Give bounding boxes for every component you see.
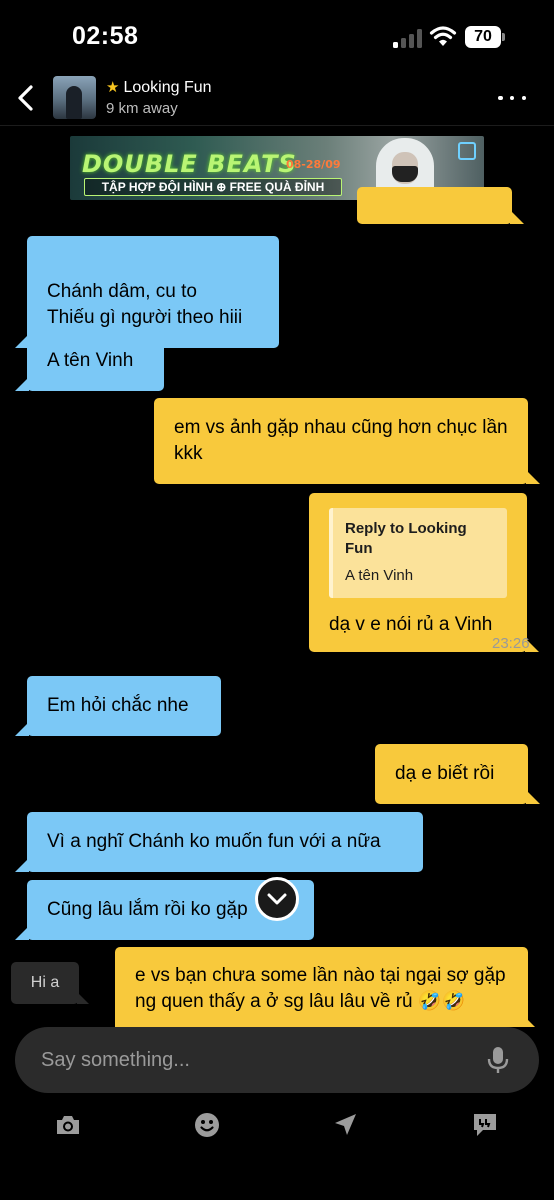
status-bar: 02:58 70	[0, 0, 554, 72]
message-text: e vs bạn chưa some lần nào tại ngại sợ g…	[135, 965, 506, 1012]
wifi-icon	[429, 26, 457, 46]
message-text: Cũng lâu lắm rồi ko gặp	[47, 899, 248, 920]
chat-header: ★ Looking Fun 9 km away	[0, 72, 554, 126]
contact-distance: 9 km away	[106, 100, 178, 117]
reply-quoted-text: A tên Vinh	[345, 567, 414, 584]
message-text: dạ v e nói rủ a Vinh	[329, 614, 493, 635]
message-bubble-incoming[interactable]: Vì a nghĩ Chánh ko muốn fun với a nữa	[15, 812, 423, 872]
microphone-icon[interactable]	[485, 1045, 511, 1075]
scroll-to-bottom-button[interactable]	[255, 877, 299, 921]
message-composer	[15, 1027, 539, 1093]
emoji-icon	[195, 1113, 219, 1137]
cellular-signal-icon	[393, 28, 423, 48]
reply-quote[interactable]: Reply to Looking Fun A tên Vinh	[329, 508, 507, 598]
message-text: dạ e biết rồi	[395, 763, 495, 784]
reply-title: Reply to Looking Fun	[345, 520, 467, 557]
contact-name[interactable]: Looking Fun	[123, 79, 211, 97]
message-bubble-outgoing[interactable]: e vs bạn chưa some lần nào tại ngại sợ g…	[115, 947, 540, 1027]
bottom-toolbar	[0, 1100, 554, 1152]
typing-indicator: Hi a	[11, 962, 89, 1004]
emoji-button[interactable]	[192, 1110, 222, 1140]
message-bubble-outgoing[interactable]: dạ e biết rồi	[375, 744, 540, 804]
message-bubble-outgoing[interactable]: em vs ảnh gặp nhau cũng hơn chục lần kkk	[154, 398, 540, 484]
contact-name-row[interactable]: ★ Looking Fun	[106, 79, 212, 97]
saved-phrases-icon	[474, 1114, 496, 1136]
message-timestamp: 23:26	[492, 635, 530, 652]
message-list[interactable]: Chánh dâm, cu to Thiếu gì người theo hii…	[0, 127, 554, 1027]
message-text: em vs ảnh gặp nhau cũng hơn chục lần kkk	[174, 417, 508, 464]
message-bubble-incoming[interactable]: Em hỏi chắc nhe	[15, 676, 221, 736]
battery-icon: 70	[465, 26, 505, 48]
message-bubble-reply[interactable]: Reply to Looking Fun A tên Vinh dạ v e n…	[309, 493, 539, 652]
message-text: Em hỏi chắc nhe	[47, 695, 189, 716]
back-button[interactable]	[14, 84, 38, 112]
saved-phrases-button[interactable]	[470, 1110, 500, 1140]
camera-button[interactable]	[53, 1110, 83, 1140]
message-input[interactable]	[41, 1027, 471, 1093]
location-send-icon	[335, 1114, 356, 1135]
chevron-down-icon	[267, 893, 287, 905]
more-options-button[interactable]	[498, 86, 526, 110]
message-bubble-partial	[357, 187, 524, 224]
message-text: Chánh dâm, cu to Thiếu gì người theo hii…	[47, 281, 243, 328]
camera-icon	[57, 1116, 79, 1134]
battery-level: 70	[465, 26, 501, 48]
send-location-button[interactable]	[330, 1110, 360, 1140]
message-bubble-incoming[interactable]: A tên Vinh	[15, 331, 164, 391]
status-time: 02:58	[72, 22, 139, 50]
star-icon: ★	[106, 79, 120, 96]
message-text: A tên Vinh	[47, 350, 134, 371]
message-text: Vì a nghĩ Chánh ko muốn fun với a nữa	[47, 831, 381, 852]
avatar[interactable]	[53, 76, 96, 119]
